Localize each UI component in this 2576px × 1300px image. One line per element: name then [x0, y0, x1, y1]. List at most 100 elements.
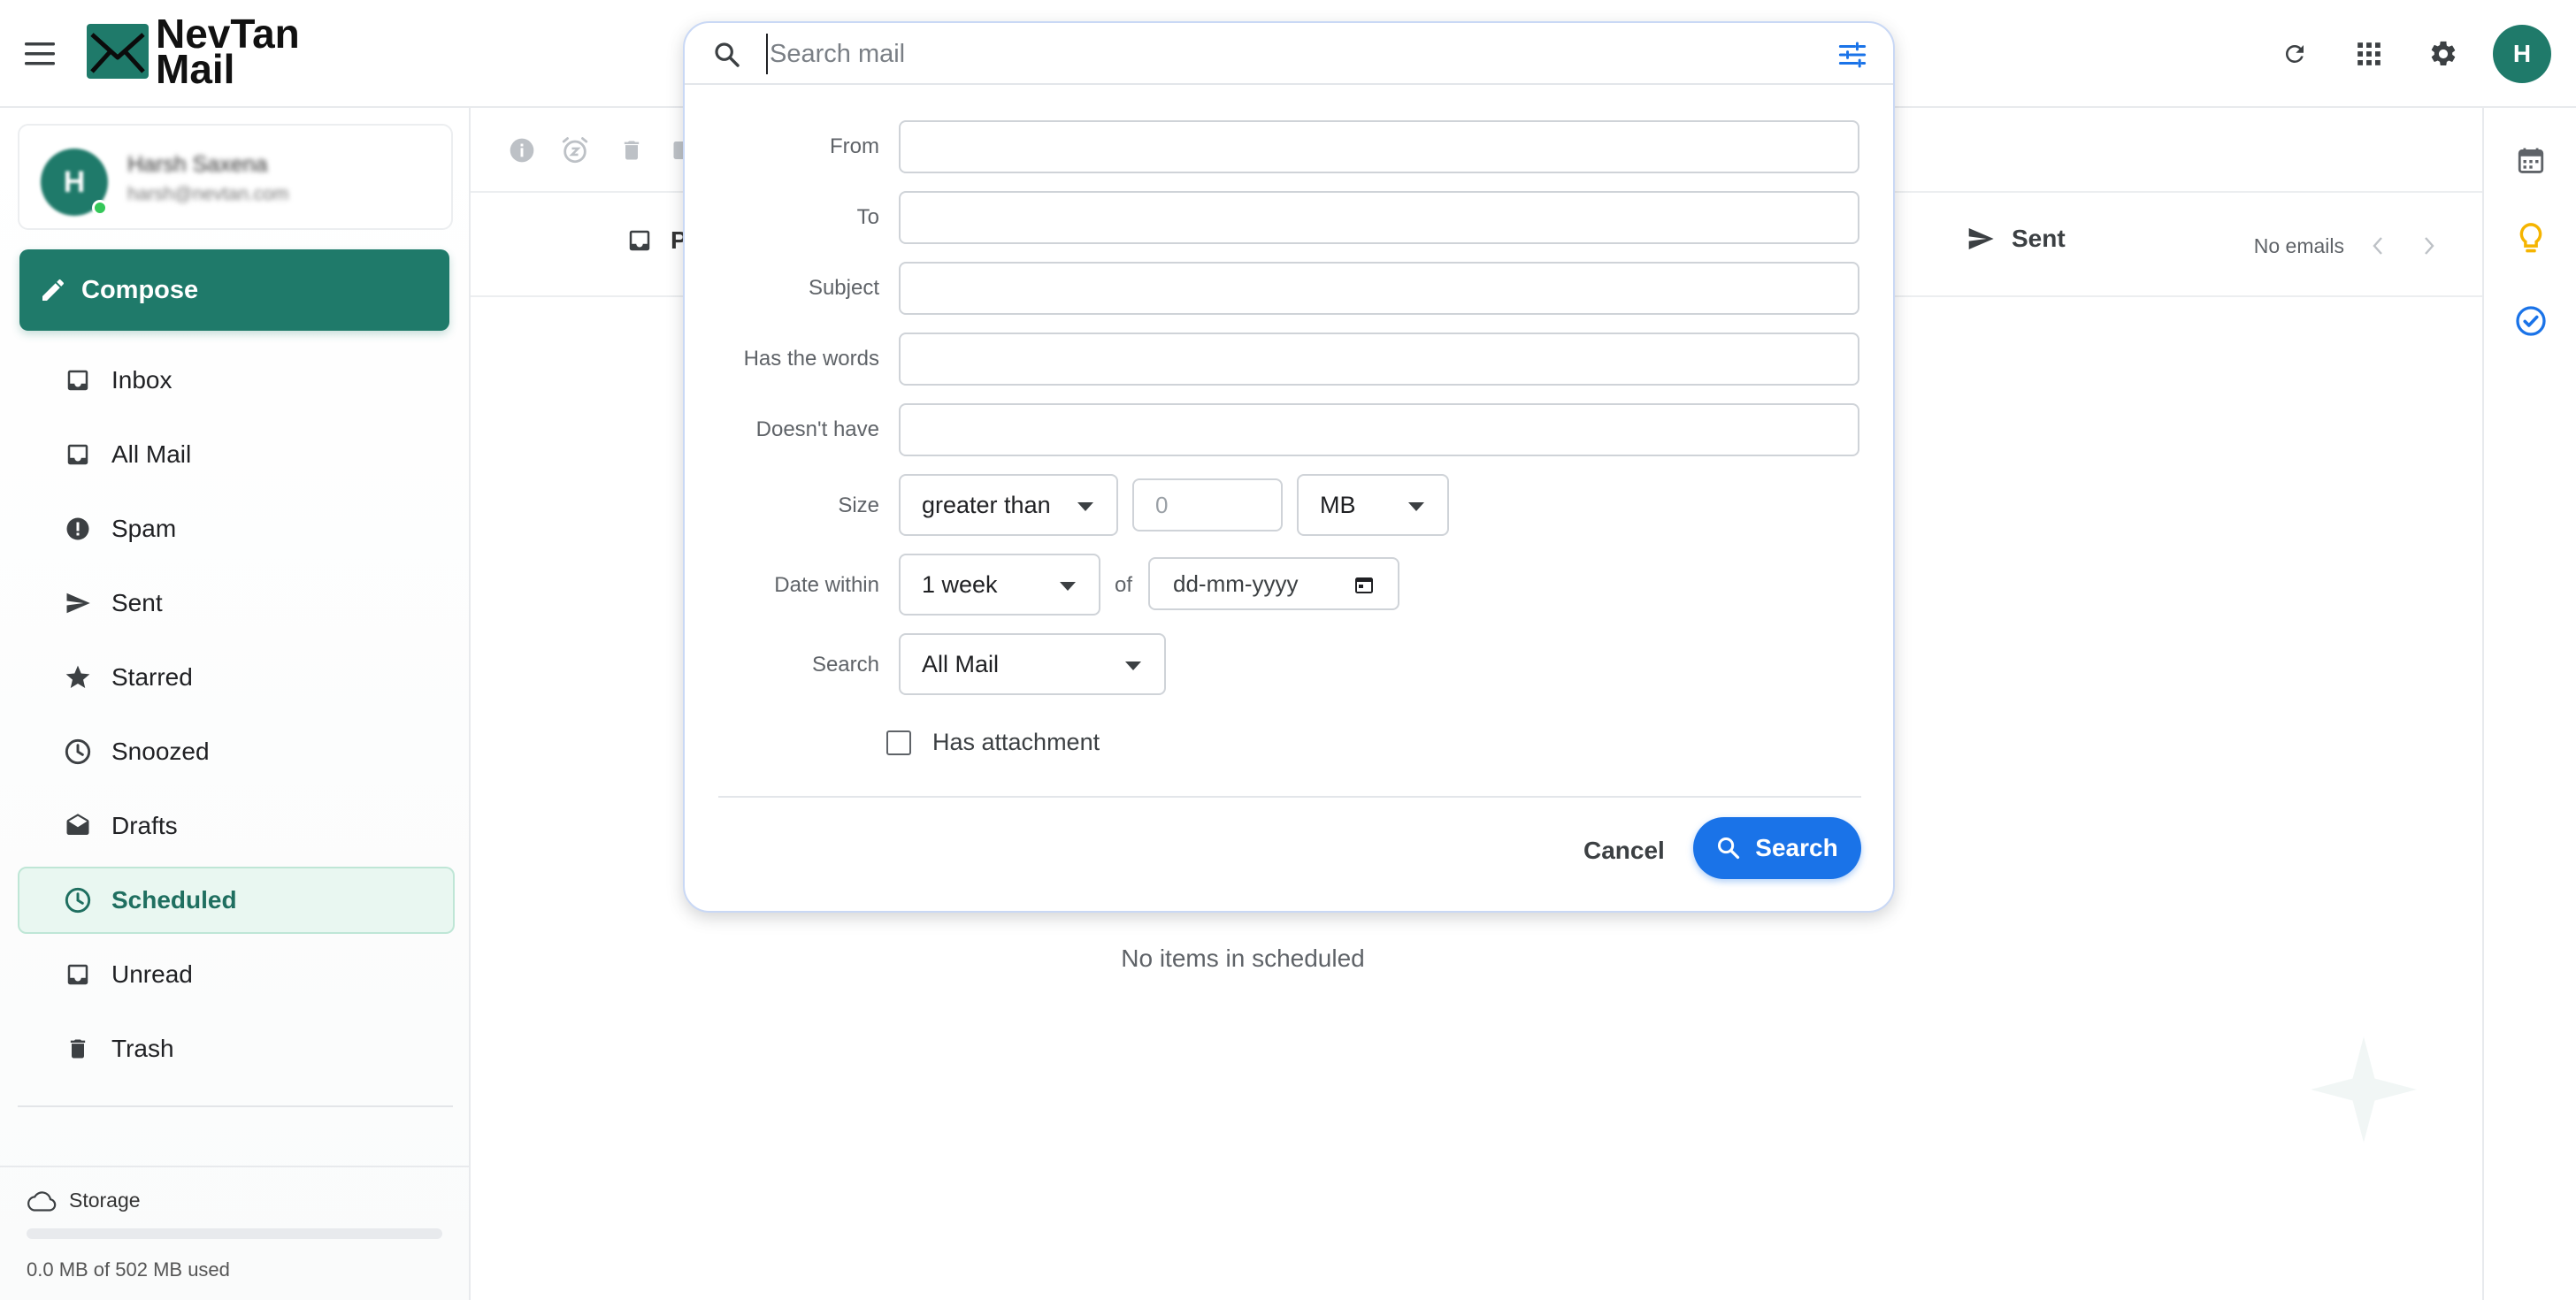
has-attachment-checkbox[interactable] — [886, 730, 911, 755]
search-options-button[interactable] — [1835, 39, 1870, 71]
app-logo[interactable]: NevTan Mail — [87, 13, 300, 92]
account-name: Harsh Saxena — [127, 152, 268, 177]
sidebar-item-starred[interactable]: Starred — [18, 644, 455, 711]
date-input[interactable]: dd-mm-yyyy — [1148, 557, 1399, 610]
trash-icon — [624, 141, 640, 160]
app-name: NevTan Mail — [156, 13, 300, 92]
header-actions: H — [2266, 25, 2576, 83]
tab-sent[interactable]: Sent — [1966, 225, 2066, 253]
pencil-icon — [42, 279, 65, 301]
refresh-button[interactable] — [2266, 26, 2323, 82]
size-value-input[interactable]: 0 — [1132, 478, 1283, 531]
search-icon — [1718, 837, 1740, 860]
tasks-check-icon — [2516, 306, 2546, 336]
to-field[interactable] — [899, 191, 1859, 244]
sent-icon — [1968, 228, 1994, 249]
pagination: No emails — [2254, 228, 2447, 264]
sidebar-item-label: Spam — [111, 515, 177, 542]
calendar-icon[interactable] — [1353, 573, 1375, 596]
sidebar-item-scheduled[interactable]: Scheduled — [18, 867, 455, 934]
chevron-right-icon — [2425, 237, 2434, 255]
compose-button[interactable]: Compose — [19, 249, 449, 331]
apps-button[interactable] — [2341, 26, 2397, 82]
doesnt-have-label: Doesn't have — [755, 417, 879, 441]
cloud-icon — [27, 1190, 57, 1212]
info-icon — [510, 138, 534, 163]
sidebar-item-label: Starred — [111, 663, 193, 691]
date-range-select[interactable]: 1 week — [899, 554, 1100, 616]
keep-button[interactable] — [2511, 219, 2551, 260]
online-status-dot — [92, 200, 108, 216]
info-button[interactable] — [502, 131, 541, 170]
envelope-logo-icon — [87, 24, 149, 79]
date-placeholder: dd-mm-yyyy — [1173, 570, 1299, 597]
search-input[interactable] — [766, 34, 1783, 74]
tab-sent-label: Sent — [2012, 225, 2066, 252]
advanced-search-dialog: From To Subject Has the words Doesn't ha… — [683, 21, 1895, 913]
spam-icon — [62, 513, 94, 545]
from-field[interactable] — [899, 120, 1859, 173]
storage-header: Storage — [27, 1189, 444, 1212]
main-menu-button[interactable] — [19, 34, 60, 74]
cancel-button[interactable]: Cancel — [1583, 837, 1665, 865]
sidebar-item-unread[interactable]: Unread — [18, 941, 455, 1008]
sidebar-item-label: All Mail — [111, 440, 192, 468]
sidebar-item-label: Sent — [111, 589, 163, 616]
sidebar-item-all-mail[interactable]: All Mail — [18, 421, 455, 488]
size-label: Size — [838, 493, 879, 517]
pagination-status: No emails — [2253, 233, 2344, 257]
tab-primary[interactable]: P — [626, 226, 687, 255]
search-scope-select[interactable]: All Mail — [899, 633, 1166, 695]
sidebar-item-label: Inbox — [111, 366, 172, 394]
previous-page-button[interactable] — [2360, 228, 2396, 264]
sidebar-item-trash[interactable]: Trash — [18, 1015, 455, 1082]
sidebar-item-inbox[interactable]: Inbox — [18, 347, 455, 414]
unread-icon — [62, 959, 94, 990]
sidebar-item-snoozed[interactable]: Snoozed — [18, 718, 455, 785]
search-icon — [715, 42, 740, 67]
subject-field[interactable] — [899, 262, 1859, 315]
empty-state: No items in scheduled — [471, 944, 2484, 973]
has-words-field[interactable] — [899, 333, 1859, 386]
has-attachment-label[interactable]: Has attachment — [932, 729, 1100, 756]
delete-button[interactable] — [612, 131, 651, 170]
app-name-line2: Mail — [156, 46, 235, 92]
date-within-label: Date within — [774, 573, 879, 597]
search-submit-button[interactable]: Search — [1693, 817, 1861, 879]
tasks-button[interactable] — [2511, 301, 2551, 341]
account-card[interactable]: H Harsh Saxena harsh@nevtan.com — [18, 124, 453, 230]
settings-gear-icon — [2431, 41, 2456, 66]
clock-icon — [62, 736, 94, 768]
trash-icon — [62, 1033, 94, 1065]
star-icon — [62, 661, 94, 693]
chevron-left-icon — [2373, 237, 2382, 255]
sidebar-item-spam[interactable]: Spam — [18, 495, 455, 562]
sidebar-divider — [18, 1105, 453, 1107]
account-email: harsh@nevtan.com — [127, 184, 289, 204]
snooze-button[interactable] — [556, 131, 594, 170]
subject-label: Subject — [808, 276, 879, 300]
chevron-down-icon — [1060, 582, 1076, 591]
sent-icon — [62, 587, 94, 619]
doesnt-have-field[interactable] — [899, 403, 1859, 456]
hamburger-icon — [25, 42, 55, 65]
inbox-icon — [629, 230, 650, 251]
from-label: From — [830, 134, 879, 158]
inbox-icon — [62, 364, 94, 396]
account-avatar-button[interactable]: H — [2493, 25, 2551, 83]
search-bar — [685, 23, 1893, 85]
has-words-label: Has the words — [743, 347, 879, 371]
sidebar-item-label: Trash — [111, 1035, 174, 1062]
size-unit-select[interactable]: MB — [1297, 474, 1449, 536]
sparkle-decoration-icon — [2311, 1036, 2417, 1143]
next-page-button[interactable] — [2411, 228, 2447, 264]
drafts-icon — [62, 810, 94, 842]
calendar-button[interactable] — [2511, 140, 2551, 180]
settings-button[interactable] — [2415, 26, 2472, 82]
size-operator-value: greater than — [922, 491, 1051, 518]
sidebar-item-sent[interactable]: Sent — [18, 570, 455, 637]
to-label: To — [856, 205, 879, 229]
chevron-down-icon — [1077, 502, 1093, 511]
sidebar-item-drafts[interactable]: Drafts — [18, 792, 455, 860]
size-operator-select[interactable]: greater than — [899, 474, 1118, 536]
